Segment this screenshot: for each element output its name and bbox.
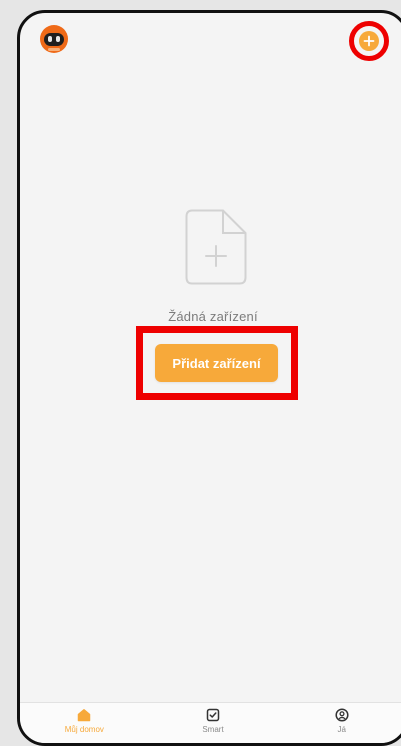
empty-state-text: Žádná zařízení <box>168 309 258 324</box>
robot-eye-left <box>48 36 52 42</box>
plus-circle-icon[interactable] <box>359 31 379 51</box>
tab-label-me: Já <box>337 725 346 734</box>
profile-icon <box>335 708 349 722</box>
tab-label-smart: Smart <box>202 725 224 734</box>
tab-label-my-home: Můj domov <box>64 725 104 734</box>
tab-my-home[interactable]: Můj domov <box>20 703 149 743</box>
home-icon <box>78 709 91 722</box>
robot-eye-right <box>56 36 60 42</box>
robot-avatar-icon[interactable] <box>40 25 68 53</box>
tab-me[interactable]: Já <box>277 703 401 743</box>
bottom-tab-bar: Můj domov Smart Já <box>20 702 401 743</box>
robot-face <box>44 32 64 46</box>
add-device-highlight-circle[interactable] <box>349 21 389 61</box>
checkbox-icon <box>206 708 220 722</box>
add-device-button[interactable]: Přidat zařízení <box>155 344 278 382</box>
phone-screen: Žádná zařízení Přidat zařízení Můj domov… <box>17 10 401 746</box>
tab-smart[interactable]: Smart <box>149 703 278 743</box>
plus-glyph <box>363 35 375 47</box>
robot-neck <box>48 48 60 51</box>
document-add-icon <box>185 209 247 285</box>
